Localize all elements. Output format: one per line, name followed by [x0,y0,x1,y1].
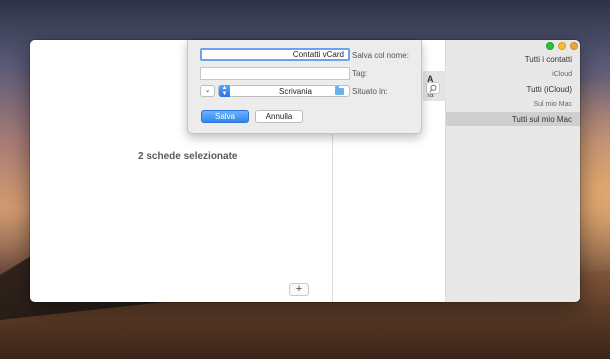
location-select[interactable]: ▲ ▼ Scrivania [218,85,350,97]
close-button[interactable] [570,42,578,50]
cancel-button[interactable]: Annulla [255,110,303,123]
chevron-updown-icon: ▲ ▼ [219,85,230,97]
selection-count-text: 2 schede selezionate [138,151,238,162]
group-all-contacts[interactable]: Tutti i contatti [525,55,572,64]
folder-icon [335,86,344,95]
search-icon [429,84,437,93]
save-as-field[interactable]: Contatti vCard [200,48,350,61]
add-button[interactable]: + [289,283,309,296]
save-dialog: Contatti vCard Salva col nome: Tag: ⌄ ▲ ▼… [187,40,422,134]
search-field[interactable] [426,82,440,94]
location-label: Situato in: [352,87,388,96]
group-header-icloud: iCloud [552,71,572,78]
minimize-button[interactable] [558,42,566,50]
group-header-mac: Sul mio Mac [533,101,572,108]
group-all-mac[interactable]: Tutti sul mio Mac [512,115,572,124]
group-all-icloud[interactable]: Tutti (iCloud) [527,85,573,94]
groups-sidebar: Tutti i contatti iCloud Tutti (iCloud) S… [446,40,580,302]
location-value: Scrivania [279,87,312,96]
zoom-button[interactable] [546,42,554,50]
expand-dialog-button[interactable]: ⌄ [200,85,215,97]
save-button[interactable]: Salva [201,110,249,123]
tags-label: Tag: [352,69,368,78]
tags-field[interactable] [200,67,350,80]
save-as-label: Salva col nome: [352,51,409,60]
